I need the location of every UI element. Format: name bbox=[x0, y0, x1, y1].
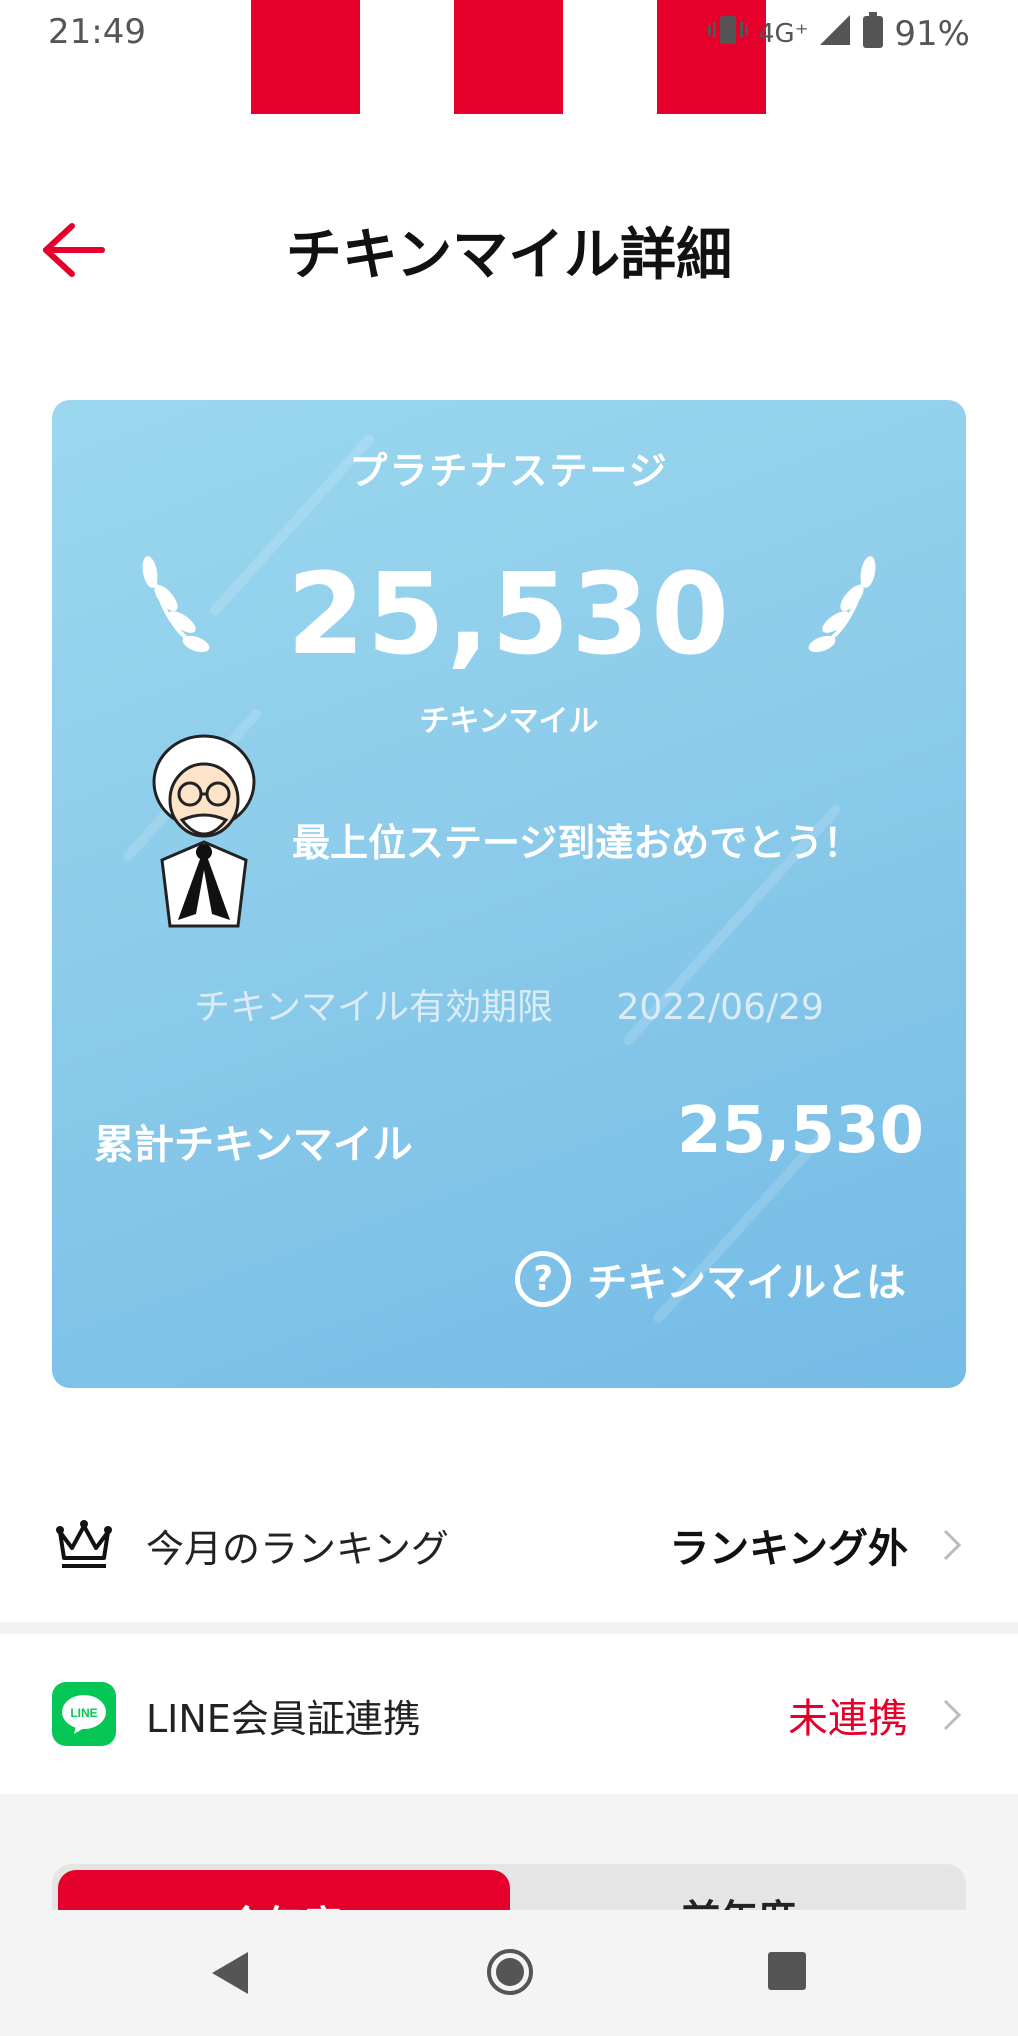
back-button[interactable] bbox=[36, 216, 108, 288]
app-header: チキンマイル詳細 bbox=[0, 180, 1018, 320]
line-membership-row[interactable]: LINE LINE会員証連携 未連携 bbox=[0, 1640, 1018, 1790]
status-bar: 21:49 4G⁺ 91% bbox=[0, 0, 1018, 114]
line-membership-status: 未連携 bbox=[788, 1696, 908, 1742]
nav-recents-icon[interactable] bbox=[766, 1950, 808, 1996]
chevron-right-icon bbox=[942, 1698, 962, 1736]
arrow-left-icon bbox=[38, 220, 106, 284]
crown-icon bbox=[52, 1512, 116, 1576]
question-circle-icon: ? bbox=[515, 1251, 572, 1307]
network-label: 4G⁺ bbox=[758, 19, 809, 49]
line-membership-label: LINE会員証連携 bbox=[146, 1696, 421, 1741]
brand-stripe bbox=[251, 0, 360, 114]
status-time: 21:49 bbox=[48, 12, 146, 52]
expiry-label: チキンマイル有効期限 bbox=[194, 987, 553, 1028]
stage-label: プラチナステージ bbox=[349, 449, 669, 493]
about-chicken-mile-link[interactable]: ? チキンマイルとは bbox=[515, 1250, 906, 1308]
nav-home-icon[interactable] bbox=[486, 1948, 534, 2000]
chicken-mile-value: 25,530 bbox=[286, 550, 732, 680]
page-title: チキンマイル詳細 bbox=[285, 223, 733, 288]
chevron-right-icon bbox=[942, 1528, 962, 1566]
vibrate-icon bbox=[708, 13, 748, 55]
nav-back-icon[interactable] bbox=[208, 1950, 252, 2000]
congrats-message: 最上位ステージ到達おめでとう！ bbox=[292, 821, 862, 865]
ranking-label: 今月のランキング bbox=[146, 1526, 449, 1571]
battery-icon bbox=[862, 12, 884, 56]
ranking-row[interactable]: 今月のランキング ランキング外 bbox=[0, 1470, 1018, 1620]
line-logo-text: LINE bbox=[70, 1706, 97, 1720]
signal-icon bbox=[818, 13, 852, 55]
app-screen: 21:49 4G⁺ 91% チキンマイル詳細 プラチナステージ 25,530 チ… bbox=[0, 0, 1018, 2036]
brand-stripe bbox=[454, 0, 563, 114]
total-mile-label: 累計チキンマイル bbox=[94, 1122, 413, 1168]
expiry-row: チキンマイル有効期限 2022/06/29 bbox=[52, 978, 966, 1030]
colonel-mascot-icon bbox=[142, 730, 272, 934]
battery-level: 91% bbox=[894, 14, 970, 54]
total-mile-value: 25,530 bbox=[677, 1094, 924, 1168]
status-icons: 4G⁺ 91% bbox=[708, 12, 970, 56]
section-divider bbox=[0, 1622, 1018, 1634]
system-nav-bar bbox=[0, 1910, 1018, 2036]
chicken-mile-card: プラチナステージ 25,530 チキンマイル 最上位ステージ到達おめでとう！ チ… bbox=[52, 400, 966, 1388]
line-logo-icon: LINE bbox=[52, 1682, 116, 1746]
about-chicken-mile-label: チキンマイルとは bbox=[587, 1260, 906, 1306]
expiry-date: 2022/06/29 bbox=[616, 987, 824, 1028]
ranking-value: ランキング外 bbox=[669, 1526, 908, 1572]
